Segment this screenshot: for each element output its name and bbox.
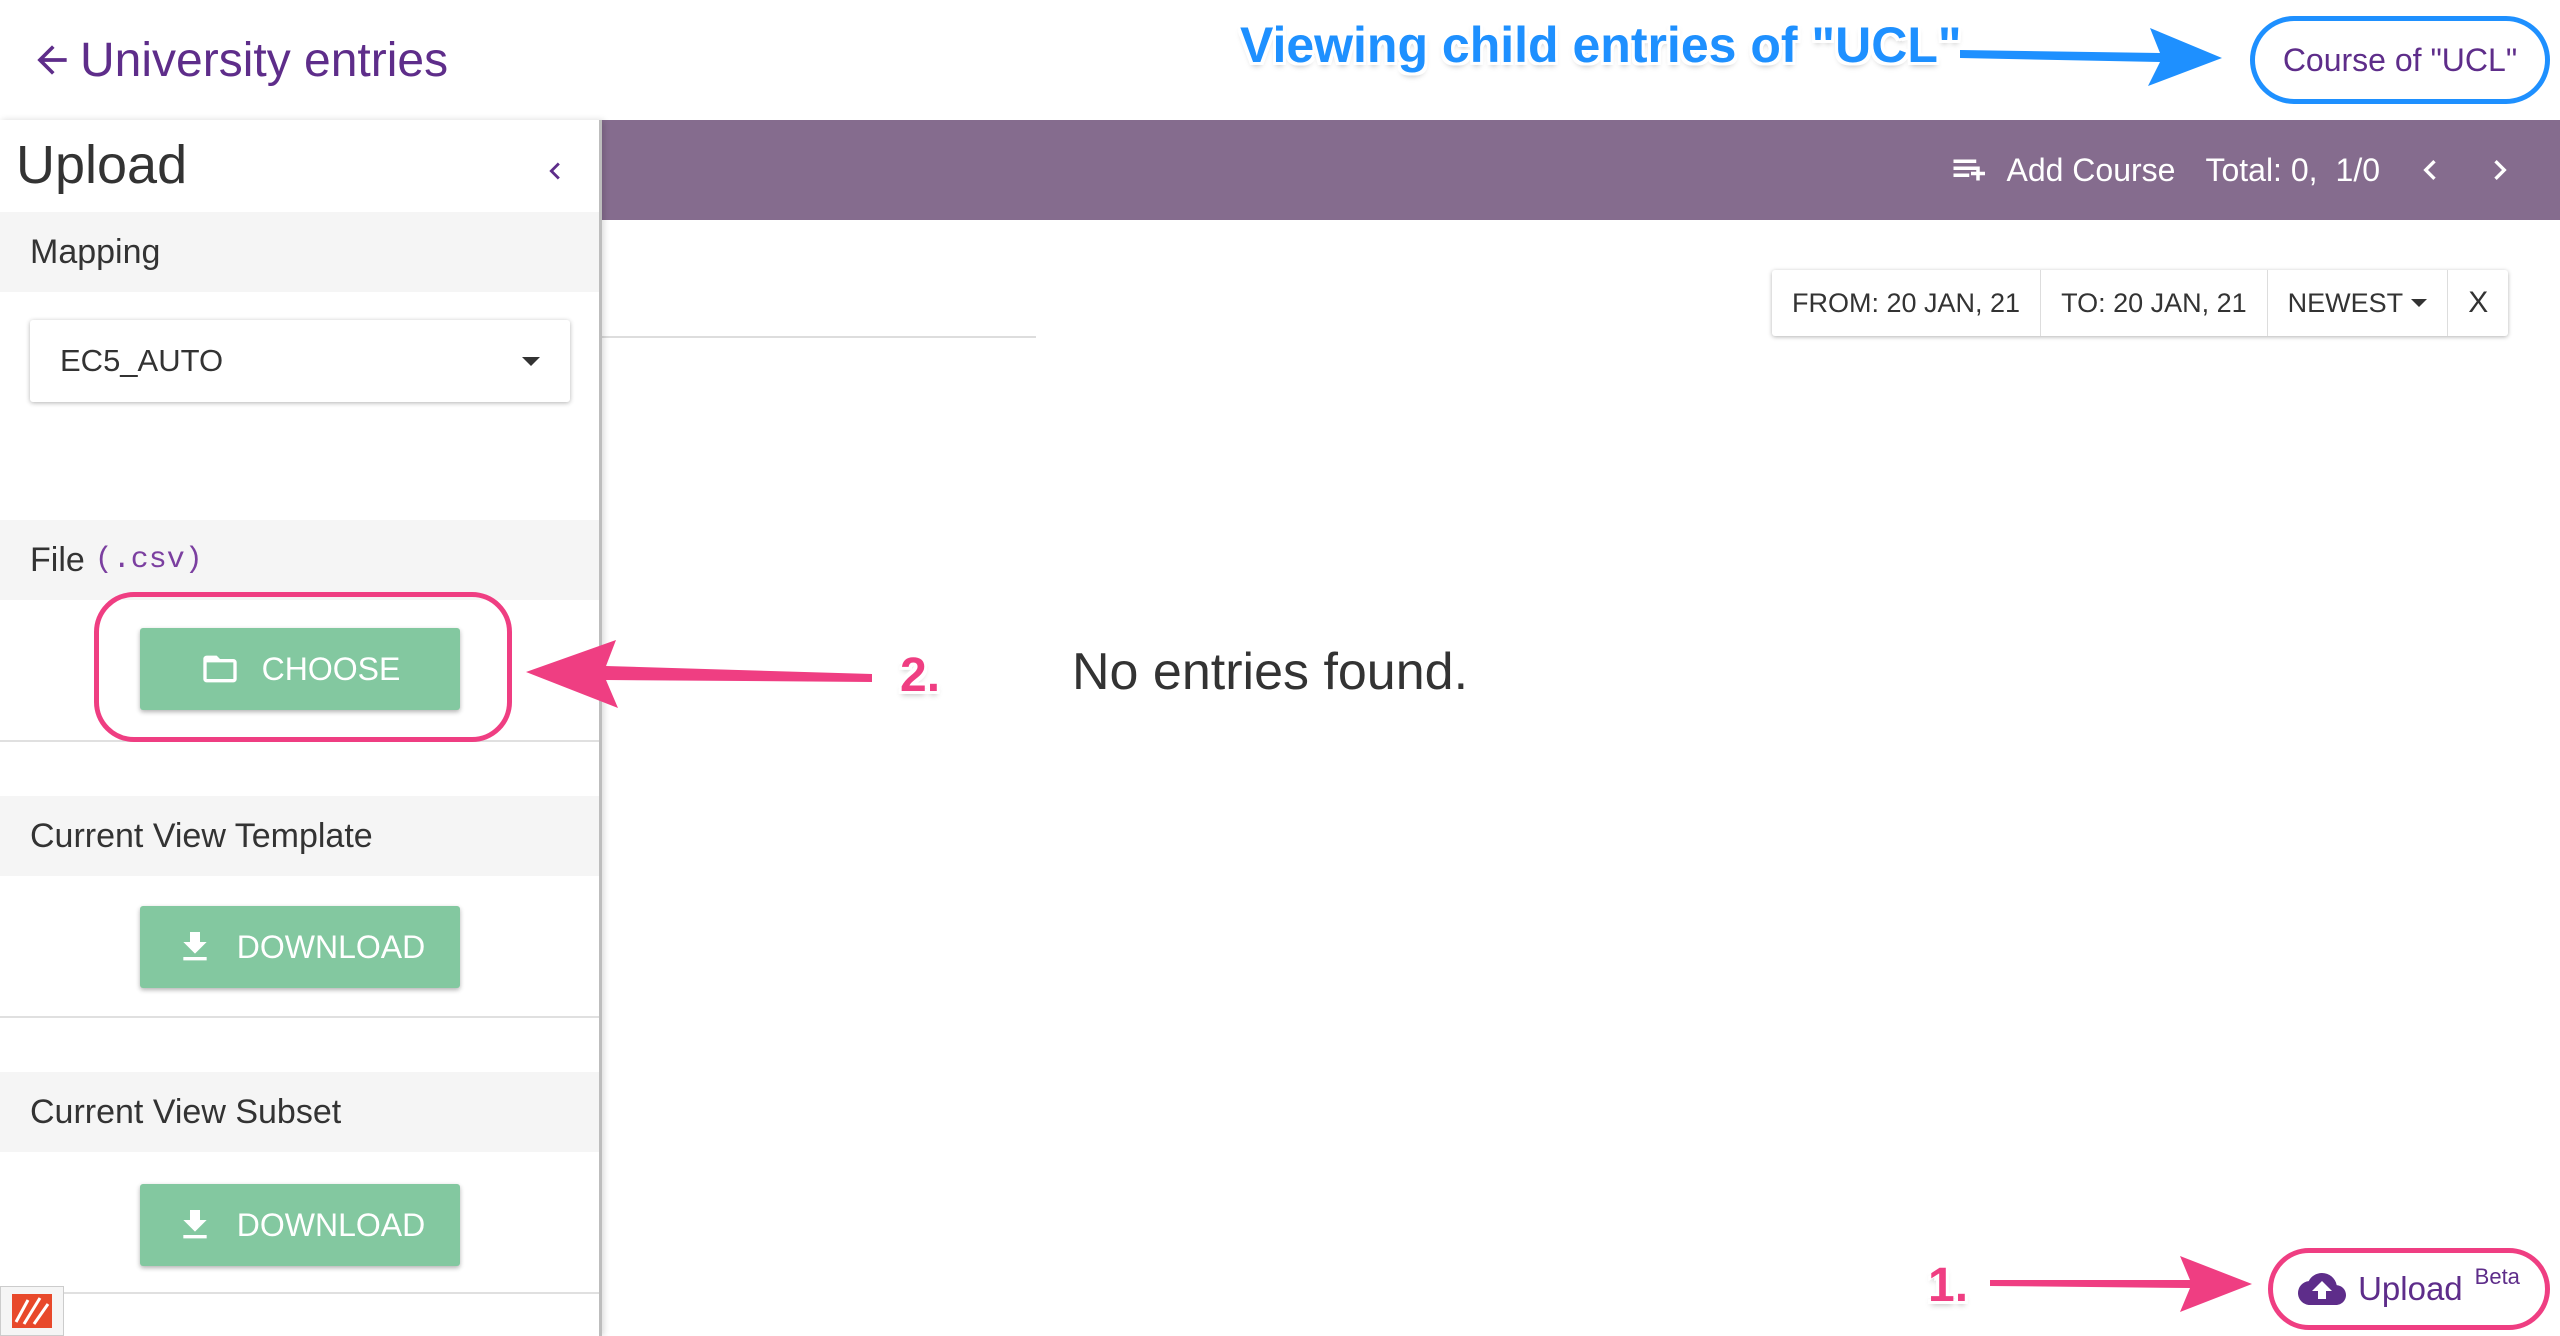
upload-beta-button[interactable]: Upload Beta <box>2268 1248 2550 1330</box>
download-subset-label: DOWNLOAD <box>236 1206 426 1243</box>
add-course-button[interactable]: Add Course <box>1950 149 2175 191</box>
file-section-header: File (.csv) <box>0 520 599 600</box>
clear-filters-button[interactable]: X <box>2448 270 2508 336</box>
chevron-left-icon[interactable] <box>2410 150 2450 190</box>
chevron-right-icon[interactable] <box>2480 150 2520 190</box>
playlist-add-icon <box>1953 159 1986 181</box>
back-to-university-entries-link[interactable]: University entries <box>30 28 448 92</box>
date-filter-bar: FROM: 20 JAN, 21 TO: 20 JAN, 21 NEWEST X <box>1772 270 2509 336</box>
annotation-arrow-left-icon <box>526 640 872 708</box>
caret-down-icon <box>522 356 540 366</box>
annotation-arrow-right-icon <box>1960 28 2222 86</box>
to-date-filter[interactable]: TO: 20 JAN, 21 <box>2041 270 2268 336</box>
add-course-label: Add Course <box>2006 151 2176 188</box>
download-template-button[interactable]: DOWNLOAD <box>140 906 460 988</box>
subset-section-header: Current View Subset <box>0 1072 599 1152</box>
annotation-step-2: 2. <box>900 649 941 702</box>
back-link-label: University entries <box>80 33 449 87</box>
sort-order-label: NEWEST <box>2287 287 2404 318</box>
file-header-label: File <box>30 540 85 579</box>
caret-down-icon <box>2411 299 2428 307</box>
sort-order-dropdown[interactable]: NEWEST <box>2268 270 2449 336</box>
collapse-sidebar-chevron-icon[interactable] <box>538 154 572 188</box>
upload-label: Upload <box>2358 1270 2463 1307</box>
mapping-section-header: Mapping <box>0 212 599 292</box>
divider <box>600 336 1036 338</box>
subset-header-label: Current View Subset <box>30 1092 342 1131</box>
empty-state-message: No entries found. <box>1072 643 1469 701</box>
download-icon <box>183 932 207 961</box>
sidebar-title: Upload <box>16 135 188 195</box>
cloud-upload-icon <box>2298 1273 2347 1305</box>
file-extension-hint: (.csv) <box>94 543 203 577</box>
annotation-viewing-child-entries: Viewing child entries of "UCL" <box>1240 17 1962 73</box>
app-logo-icon <box>0 1286 64 1336</box>
template-header-label: Current View Template <box>30 816 373 855</box>
annotation-highlight-ring <box>94 592 512 742</box>
mapping-select[interactable]: EC5_AUTO <box>30 320 570 402</box>
mapping-header-label: Mapping <box>30 232 161 271</box>
annotation-step-1: 1. <box>1928 1259 1969 1312</box>
from-date-filter[interactable]: FROM: 20 JAN, 21 <box>1772 270 2042 336</box>
total-count: Total: 0, <box>2205 151 2318 188</box>
beta-badge: Beta <box>2474 1264 2520 1289</box>
download-icon <box>183 1210 207 1239</box>
mapping-select-value: EC5_AUTO <box>60 343 224 378</box>
download-template-label: DOWNLOAD <box>236 928 426 965</box>
template-section-header: Current View Template <box>0 796 599 876</box>
page-indicator: 1/0 <box>2335 151 2380 188</box>
download-subset-button[interactable]: DOWNLOAD <box>140 1184 460 1266</box>
course-of-ucl-button[interactable]: Course of "UCL" <box>2250 16 2550 104</box>
toolbar-actions: Add Course Total: 0, 1/0 <box>1950 120 2520 220</box>
annotation-arrow-right-icon <box>1990 1256 2252 1312</box>
arrow-left-icon <box>37 45 67 75</box>
